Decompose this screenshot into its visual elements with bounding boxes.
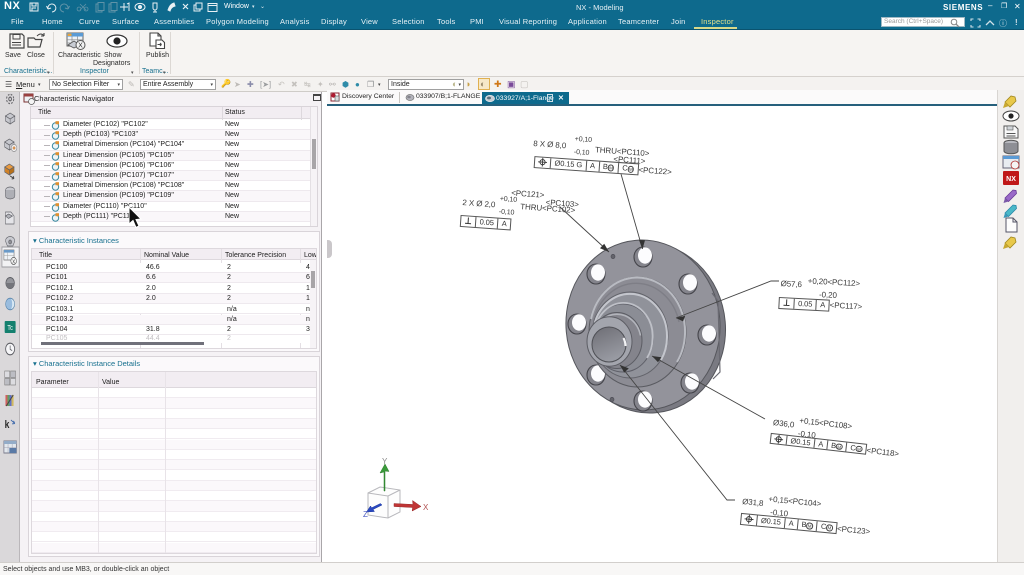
svg-text:Z: Z	[363, 510, 368, 519]
svg-text:Y: Y	[382, 457, 388, 466]
svg-text:X: X	[423, 503, 429, 512]
svg-text:NX: NX	[1006, 176, 1016, 183]
svg-text:k: k	[5, 419, 10, 431]
svg-text:Tc: Tc	[7, 324, 12, 332]
svg-text:X: X	[78, 43, 83, 50]
